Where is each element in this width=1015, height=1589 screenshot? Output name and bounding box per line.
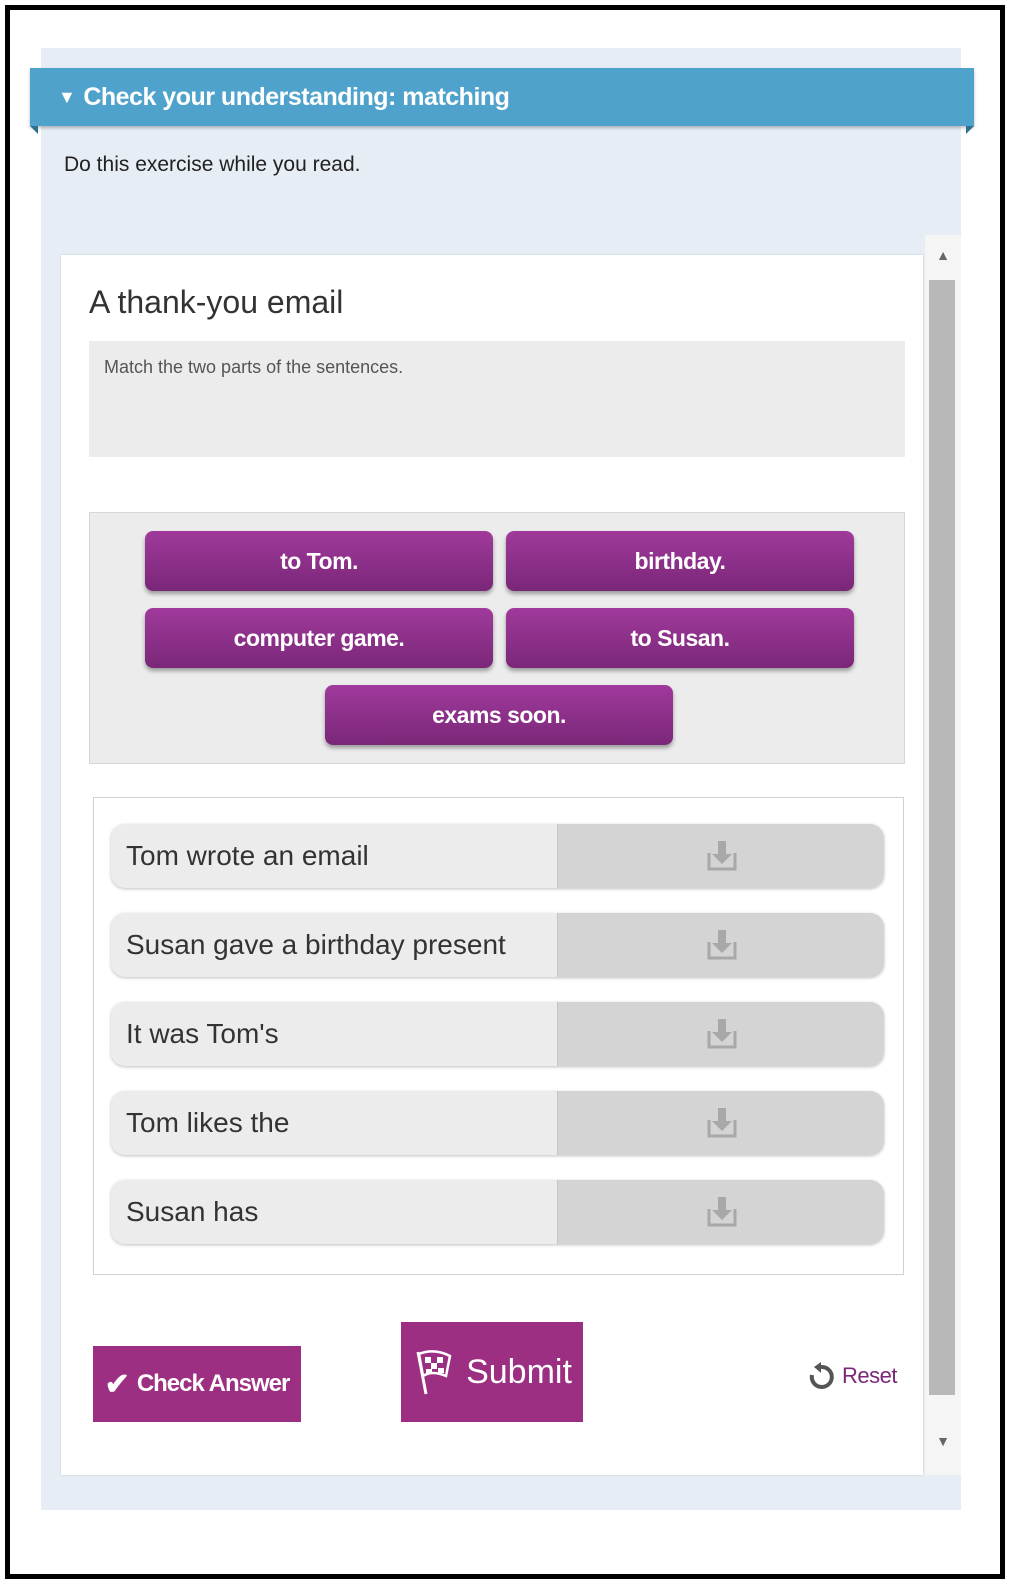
submit-button[interactable]: Submit — [401, 1322, 583, 1422]
drop-target-icon — [707, 930, 736, 960]
drop-zone[interactable] — [557, 824, 884, 888]
match-row: Tom wrote an email — [111, 824, 884, 888]
triangle-down-icon[interactable]: ▼ — [58, 87, 76, 108]
prompt-label: It was Tom's — [126, 1018, 279, 1049]
check-answer-button[interactable]: ✔ Check Answer — [93, 1346, 301, 1422]
drop-zone[interactable] — [557, 1002, 884, 1066]
drop-zone[interactable] — [557, 1180, 884, 1244]
prompt-label: Tom wrote an email — [126, 840, 369, 871]
drop-target-icon — [707, 1019, 736, 1049]
exercise-title: A thank-you email — [89, 284, 344, 320]
answer-chip[interactable]: birthday. — [506, 531, 854, 591]
check-answer-label: Check Answer — [136, 1370, 291, 1397]
instruction-box: Match the two parts of the sentences. — [89, 341, 905, 457]
reset-icon — [809, 1362, 834, 1389]
drop-zone[interactable] — [557, 913, 884, 977]
scroll-up-arrow-icon[interactable]: ▲ — [925, 247, 961, 263]
answer-chip[interactable]: exams soon. — [325, 685, 673, 745]
prompt-label: Tom likes the — [126, 1107, 290, 1138]
match-row: Susan gave a birthday present — [111, 913, 884, 977]
match-row: It was Tom's — [111, 1002, 884, 1066]
prompt-label: Susan gave a birthday present — [126, 929, 506, 960]
drop-zone[interactable] — [557, 1091, 884, 1155]
drop-target-icon — [707, 841, 736, 871]
answer-chip[interactable]: to Tom. — [145, 531, 493, 591]
scrollbar-thumb[interactable] — [929, 280, 955, 1395]
checkmark-icon: ✔ — [104, 1367, 130, 1401]
checkered-flag-icon — [416, 1350, 452, 1395]
section-title: Check your understanding: matching — [83, 82, 510, 111]
prompt-label: Susan has — [126, 1196, 259, 1227]
drop-target-icon — [707, 1108, 736, 1138]
instruction-text: Match the two parts of the sentences. — [104, 357, 404, 377]
match-row: Susan has — [111, 1180, 884, 1244]
drop-target-icon — [707, 1197, 736, 1227]
answer-chip[interactable]: to Susan. — [506, 608, 854, 668]
answer-chip[interactable]: computer game. — [145, 608, 493, 668]
section-header[interactable]: ▼ Check your understanding: matching — [30, 68, 974, 134]
intro-text: Do this exercise while you read. — [64, 153, 361, 176]
submit-label: Submit — [466, 1352, 572, 1391]
reset-button[interactable]: Reset — [808, 1362, 897, 1390]
match-row: Tom likes the — [111, 1091, 884, 1155]
vertical-scrollbar[interactable]: ▲ ▼ — [925, 235, 961, 1475]
scroll-down-arrow-icon[interactable]: ▼ — [925, 1433, 961, 1449]
reset-label: Reset — [842, 1363, 897, 1388]
